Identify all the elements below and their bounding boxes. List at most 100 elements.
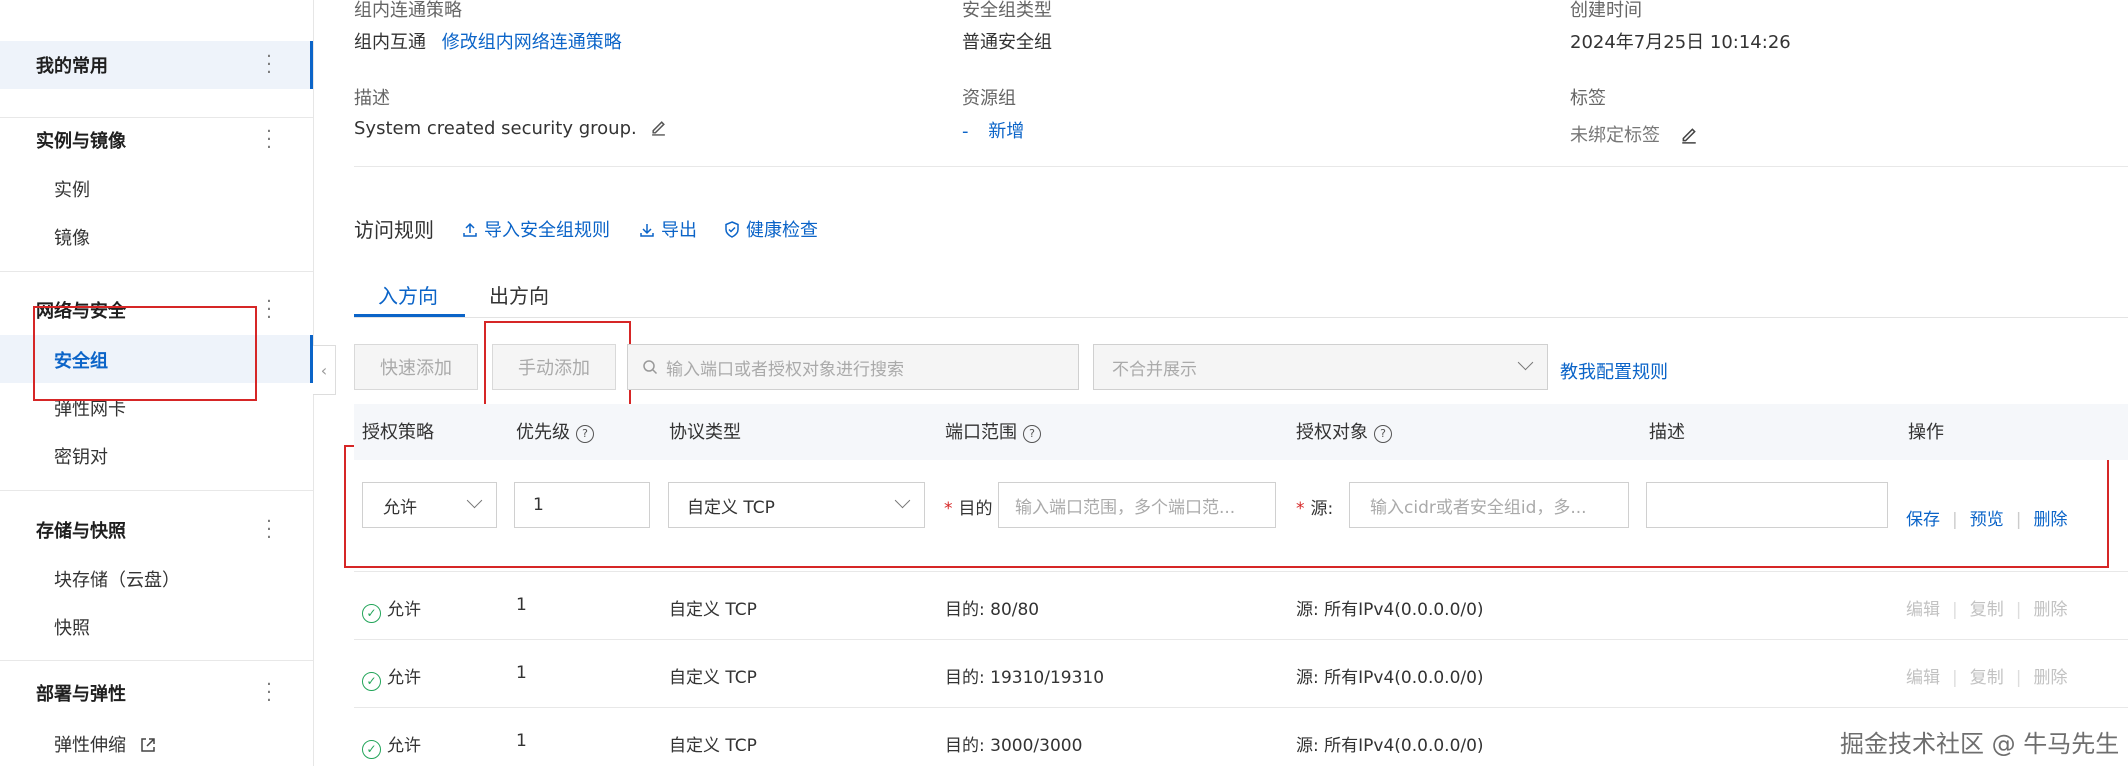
more-icon[interactable]: · · ·	[264, 513, 274, 547]
col-actions: 操作	[1908, 422, 1944, 443]
created-value: 2024年7月25日 10:14:26	[1570, 32, 1791, 53]
sidebar-group-instances[interactable]: 实例与镜像 · · ·	[0, 116, 313, 164]
delete-button[interactable]: 删除	[2033, 600, 2067, 620]
check-circle-icon: ✓	[362, 671, 381, 691]
quick-add-button[interactable]: 快速添加	[354, 344, 478, 390]
edit-icon[interactable]	[650, 119, 667, 136]
group-title: 存储与快照	[36, 521, 126, 542]
delete-button[interactable]: 删除	[2033, 510, 2067, 530]
group-title: 部署与弹性	[36, 684, 126, 705]
policy-cell: ✓ 允许	[362, 663, 421, 691]
help-icon[interactable]: ?	[1374, 424, 1392, 443]
dest-label-text: 目的	[958, 499, 993, 519]
divider	[0, 660, 313, 661]
tabs-divider	[354, 317, 2128, 318]
row-divider	[354, 707, 2128, 708]
sidebar-item-images[interactable]: 镜像	[54, 224, 90, 250]
preview-button[interactable]: 预览	[1970, 510, 2004, 530]
edit-icon[interactable]	[1680, 126, 1698, 144]
more-icon[interactable]: · · ·	[264, 676, 274, 710]
port-cell: 目的: 80/80	[945, 600, 1040, 620]
source-input[interactable]: 输入cidr或者安全组id，多...	[1349, 482, 1629, 528]
check-circle-icon: ✓	[362, 603, 381, 623]
export-label: 导出	[661, 220, 697, 241]
protocol-select-value: 自定义 TCP	[687, 497, 775, 518]
modify-interconnect-link[interactable]: 修改组内网络连通策略	[442, 32, 622, 53]
manual-add-button[interactable]: 手动添加	[492, 344, 616, 390]
copy-button[interactable]: 复制	[1970, 668, 2004, 688]
policy-select[interactable]: 允许	[362, 482, 497, 528]
edit-button[interactable]: 编辑	[1906, 668, 1940, 688]
group-title: 实例与镜像	[36, 131, 126, 152]
edit-row-actions: 保存 | 预览 | 删除	[1906, 510, 2068, 530]
col-port: 端口范围?	[945, 418, 1041, 444]
sidebar-item-eni[interactable]: 弹性网卡	[54, 395, 126, 421]
sidebar-item-keypair[interactable]: 密钥对	[54, 443, 108, 469]
interconnect-value-text: 组内互通	[354, 32, 426, 53]
rg-label: 资源组	[962, 88, 1016, 109]
import-rules-link[interactable]: 导入安全组规则	[462, 216, 610, 242]
priority-cell: 1	[516, 663, 527, 683]
type-value: 普通安全组	[962, 32, 1052, 53]
priority-input[interactable]: 1	[514, 482, 650, 528]
sidebar-item-block-storage[interactable]: 块存储（云盘）	[54, 566, 180, 592]
group-title: 网络与安全	[36, 301, 126, 322]
protocol-select[interactable]: 自定义 TCP	[668, 482, 925, 528]
edit-button[interactable]: 编辑	[1906, 600, 1940, 620]
health-check-link[interactable]: 健康检查	[724, 216, 818, 242]
source-cell: 源: 所有IPv4(0.0.0.0/0)	[1296, 668, 1484, 688]
chevron-down-icon	[1517, 354, 1534, 371]
desc-text: System created security group.	[354, 118, 637, 139]
upload-icon	[463, 222, 477, 237]
protocol-cell: 自定义 TCP	[669, 668, 757, 688]
save-button[interactable]: 保存	[1906, 510, 1940, 530]
teach-config-link[interactable]: 教我配置规则	[1560, 358, 1668, 384]
download-icon	[640, 224, 654, 237]
sidebar-group-network[interactable]: 网络与安全 · · ·	[0, 286, 313, 334]
priority-input-value: 1	[533, 495, 544, 515]
protocol-cell: 自定义 TCP	[669, 736, 757, 756]
sidebar-group-deploy[interactable]: 部署与弹性 · · ·	[0, 669, 313, 717]
sidebar-item-label: 弹性伸缩	[54, 735, 126, 756]
check-circle-icon: ✓	[362, 739, 381, 759]
merge-select-value: 不合并展示	[1112, 359, 1197, 380]
rule-search-input[interactable]: 输入端口或者授权对象进行搜索	[627, 344, 1079, 390]
search-icon	[643, 360, 658, 375]
priority-cell: 1	[516, 595, 527, 615]
col-priority-label: 优先级	[516, 422, 570, 443]
rg-add-link[interactable]: 新增	[988, 121, 1024, 142]
row-divider	[354, 639, 2128, 640]
more-icon[interactable]: · · ·	[264, 293, 274, 327]
copy-button[interactable]: 复制	[1970, 600, 2004, 620]
sidebar-item-autoscaling[interactable]: 弹性伸缩	[54, 731, 156, 757]
group-title: 我的常用	[36, 56, 108, 77]
col-source: 授权对象?	[1296, 418, 1392, 444]
tab-outbound[interactable]: 出方向	[489, 280, 549, 309]
import-label: 导入安全组规则	[484, 220, 610, 241]
chevron-down-icon	[894, 492, 911, 509]
port-cell: 目的: 3000/3000	[945, 736, 1083, 756]
source-placeholder: 输入cidr或者安全组id，多...	[1370, 497, 1587, 518]
sidebar-item-snapshot[interactable]: 快照	[54, 614, 90, 640]
more-icon[interactable]: · · ·	[264, 123, 274, 157]
help-icon[interactable]: ?	[1023, 424, 1041, 443]
policy-select-value: 允许	[383, 497, 417, 518]
sidebar-group-storage[interactable]: 存储与快照 · · ·	[0, 506, 313, 554]
divider	[0, 271, 313, 272]
tab-inbound[interactable]: 入方向	[378, 280, 438, 309]
sidebar-group-favorites[interactable]: 我的常用 · · ·	[0, 41, 313, 89]
delete-button[interactable]: 删除	[2033, 668, 2067, 688]
source-cell: 源: 所有IPv4(0.0.0.0/0)	[1296, 600, 1484, 620]
merge-display-select[interactable]: 不合并展示	[1093, 344, 1548, 390]
sidebar-collapse-toggle[interactable]: ‹	[313, 345, 336, 395]
desc-input[interactable]	[1646, 482, 1888, 528]
watermark: 掘金技术社区 @ 牛马先生	[1840, 730, 2120, 758]
export-link[interactable]: 导出	[639, 216, 697, 242]
sidebar-item-security-group[interactable]: 安全组	[54, 347, 108, 373]
help-icon[interactable]: ?	[576, 424, 594, 443]
port-range-input[interactable]: 输入端口范围，多个端口范...	[998, 482, 1276, 528]
row-divider	[354, 571, 2128, 572]
more-icon[interactable]: · · ·	[264, 48, 274, 82]
policy-cell: ✓ 允许	[362, 595, 421, 623]
sidebar-item-instances[interactable]: 实例	[54, 176, 90, 202]
